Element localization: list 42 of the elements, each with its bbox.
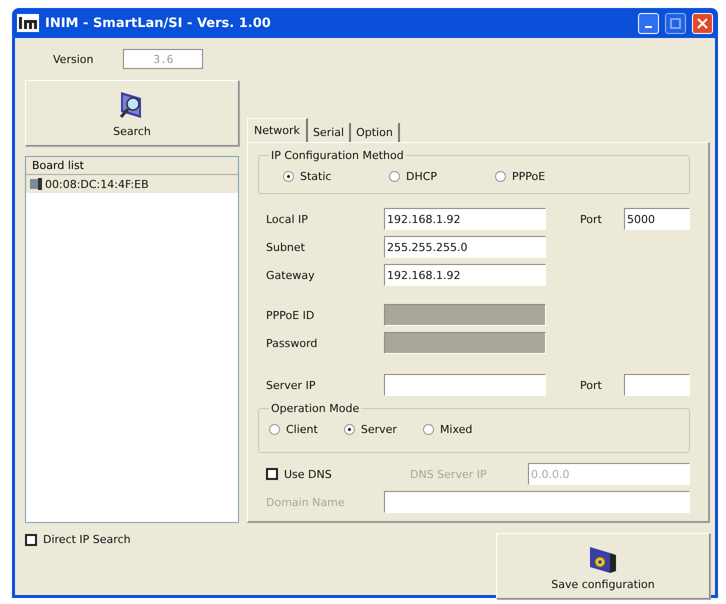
radio-option[interactable]: PPPoE [495,170,546,183]
field-label: Gateway [266,268,316,282]
app-logo-icon [17,14,39,32]
port-field[interactable] [624,374,690,396]
text-field[interactable]: 192.168.1.92 [384,208,546,230]
radio-option[interactable]: Client [269,423,318,436]
board-list-item[interactable]: 00:08:DC:14:4F:EB [26,175,238,193]
version-label: Version [53,52,94,66]
window-title: INIM - SmartLan/SI - Vers. 1.00 [45,16,272,30]
radio-option[interactable]: Server [344,423,397,436]
text-field[interactable] [384,374,546,396]
dns-server-ip-label: DNS Server IP [409,468,488,480]
text-field[interactable]: 192.168.1.92 [384,264,546,286]
field-label: Password [266,336,318,350]
list-header: Board list [26,157,238,175]
close-button[interactable] [692,12,713,34]
direct-ip-search-checkbox[interactable]: Direct IP Search [25,533,131,546]
port-label: Port [579,212,603,226]
group-title: IP Configuration Method [270,149,405,162]
use-dns-checkbox[interactable]: Use DNS [266,468,384,480]
field-label: PPPoE ID [266,308,316,322]
radio-option[interactable]: Static [283,170,333,183]
tab[interactable]: Network [247,118,308,142]
maximize-icon [670,18,681,28]
domain-name-label: Domain Name [266,496,346,508]
minimize-button[interactable] [638,12,659,34]
field-label: Subnet [266,240,306,254]
text-field[interactable]: 255.255.255.0 [384,236,546,258]
radio-option[interactable]: DHCP [389,170,439,183]
field-label: Local IP [266,212,309,226]
search-button[interactable]: Search [25,80,239,146]
close-icon [697,18,708,28]
radio-option[interactable]: Mixed [422,423,472,436]
save-configuration-button[interactable]: Save configuration [496,533,710,599]
domain-name-field[interactable] [384,491,690,513]
group-title: Operation Mode [270,402,360,415]
field-label: Server IP [266,378,316,392]
port-field[interactable]: 5000 [624,208,690,230]
minimize-icon [645,26,652,28]
maximize-button[interactable] [665,12,686,34]
device-icon [29,177,43,191]
port-label: Port [579,378,603,392]
